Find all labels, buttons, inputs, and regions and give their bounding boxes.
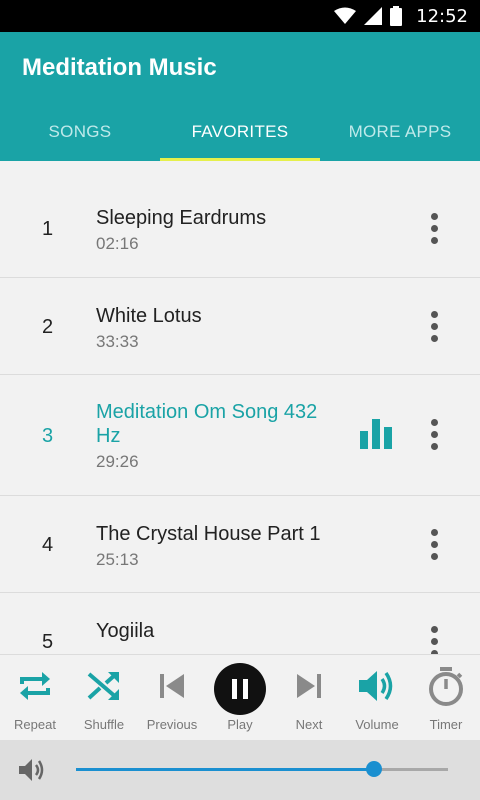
song-title: Yogiila: [96, 620, 155, 642]
song-title: The Crystal House Part 1: [96, 523, 321, 545]
skip-next-icon: [297, 674, 321, 698]
song-list: 1 Sleeping Eardrums 02:16 2 White Lotus …: [0, 180, 480, 654]
volume-slider-thumb[interactable]: [365, 761, 382, 777]
equalizer-icon: [360, 419, 394, 449]
signal-icon: [364, 7, 383, 25]
next-button[interactable]: Next: [274, 655, 344, 741]
song-title: Meditation Om Song 432 Hz: [96, 401, 318, 447]
song-title: Sleeping Eardrums: [96, 207, 267, 229]
shuffle-icon: [87, 672, 119, 700]
volume-slider[interactable]: [76, 761, 448, 777]
battery-icon: [390, 6, 403, 26]
more-options-icon[interactable]: [424, 419, 444, 450]
wifi-icon: [334, 7, 357, 24]
song-number: 2: [42, 316, 54, 338]
song-duration: 33:33: [96, 332, 139, 351]
song-duration: 29:26: [96, 452, 139, 471]
song-row[interactable]: 4 The Crystal House Part 1 25:13: [0, 496, 480, 593]
volume-icon: [19, 759, 44, 781]
more-options-icon[interactable]: [424, 626, 444, 654]
play-pause-button[interactable]: Play: [205, 655, 275, 741]
volume-label: Volume: [355, 717, 399, 732]
volume-button[interactable]: Volume: [342, 655, 412, 741]
song-number: 4: [42, 534, 54, 556]
more-options-icon[interactable]: [424, 213, 444, 244]
tab-songs[interactable]: SONGS: [0, 103, 160, 161]
skip-previous-icon: [160, 674, 184, 698]
status-icons: 12:52: [334, 0, 468, 32]
repeat-icon: [20, 672, 50, 700]
app-title: Meditation Music: [22, 54, 217, 81]
play-label: Play: [227, 717, 253, 732]
timer-label: Timer: [429, 717, 463, 732]
more-options-icon[interactable]: [424, 529, 444, 560]
song-row[interactable]: 5 Yogiila: [0, 593, 480, 654]
tab-favorites[interactable]: FAVORITES: [160, 103, 320, 161]
song-title: White Lotus: [96, 305, 202, 327]
song-row[interactable]: 2 White Lotus 33:33: [0, 278, 480, 375]
pause-icon: [214, 663, 266, 715]
shuffle-button[interactable]: Shuffle: [69, 655, 139, 741]
volume-slider-fill: [76, 768, 374, 771]
shuffle-label: Shuffle: [83, 717, 125, 732]
song-number: 1: [42, 218, 54, 240]
song-number: 3: [42, 425, 54, 447]
timer-button[interactable]: Timer: [411, 655, 480, 741]
status-bar: 12:52: [0, 0, 480, 32]
repeat-button[interactable]: Repeat: [0, 655, 70, 741]
tab-bar: SONGS FAVORITES MORE APPS: [0, 103, 480, 161]
song-duration: 02:16: [96, 234, 139, 253]
song-row-playing[interactable]: 3 Meditation Om Song 432 Hz 29:26: [0, 375, 480, 496]
volume-icon: [359, 671, 393, 701]
repeat-label: Repeat: [14, 717, 56, 732]
tab-more-apps[interactable]: MORE APPS: [320, 103, 480, 161]
next-label: Next: [295, 717, 323, 732]
volume-bar: [0, 740, 480, 800]
playback-controls: Repeat Shuffle Previous Play Next Volume…: [0, 654, 480, 740]
app-bar: Meditation Music SONGS FAVORITES MORE AP…: [0, 32, 480, 161]
previous-label: Previous: [146, 717, 198, 732]
song-duration: 25:13: [96, 550, 139, 569]
song-row[interactable]: 1 Sleeping Eardrums 02:16: [0, 180, 480, 278]
timer-icon: [429, 667, 463, 706]
status-time: 12:52: [416, 5, 468, 27]
previous-button[interactable]: Previous: [137, 655, 207, 741]
more-options-icon[interactable]: [424, 311, 444, 342]
song-number: 5: [42, 631, 54, 653]
